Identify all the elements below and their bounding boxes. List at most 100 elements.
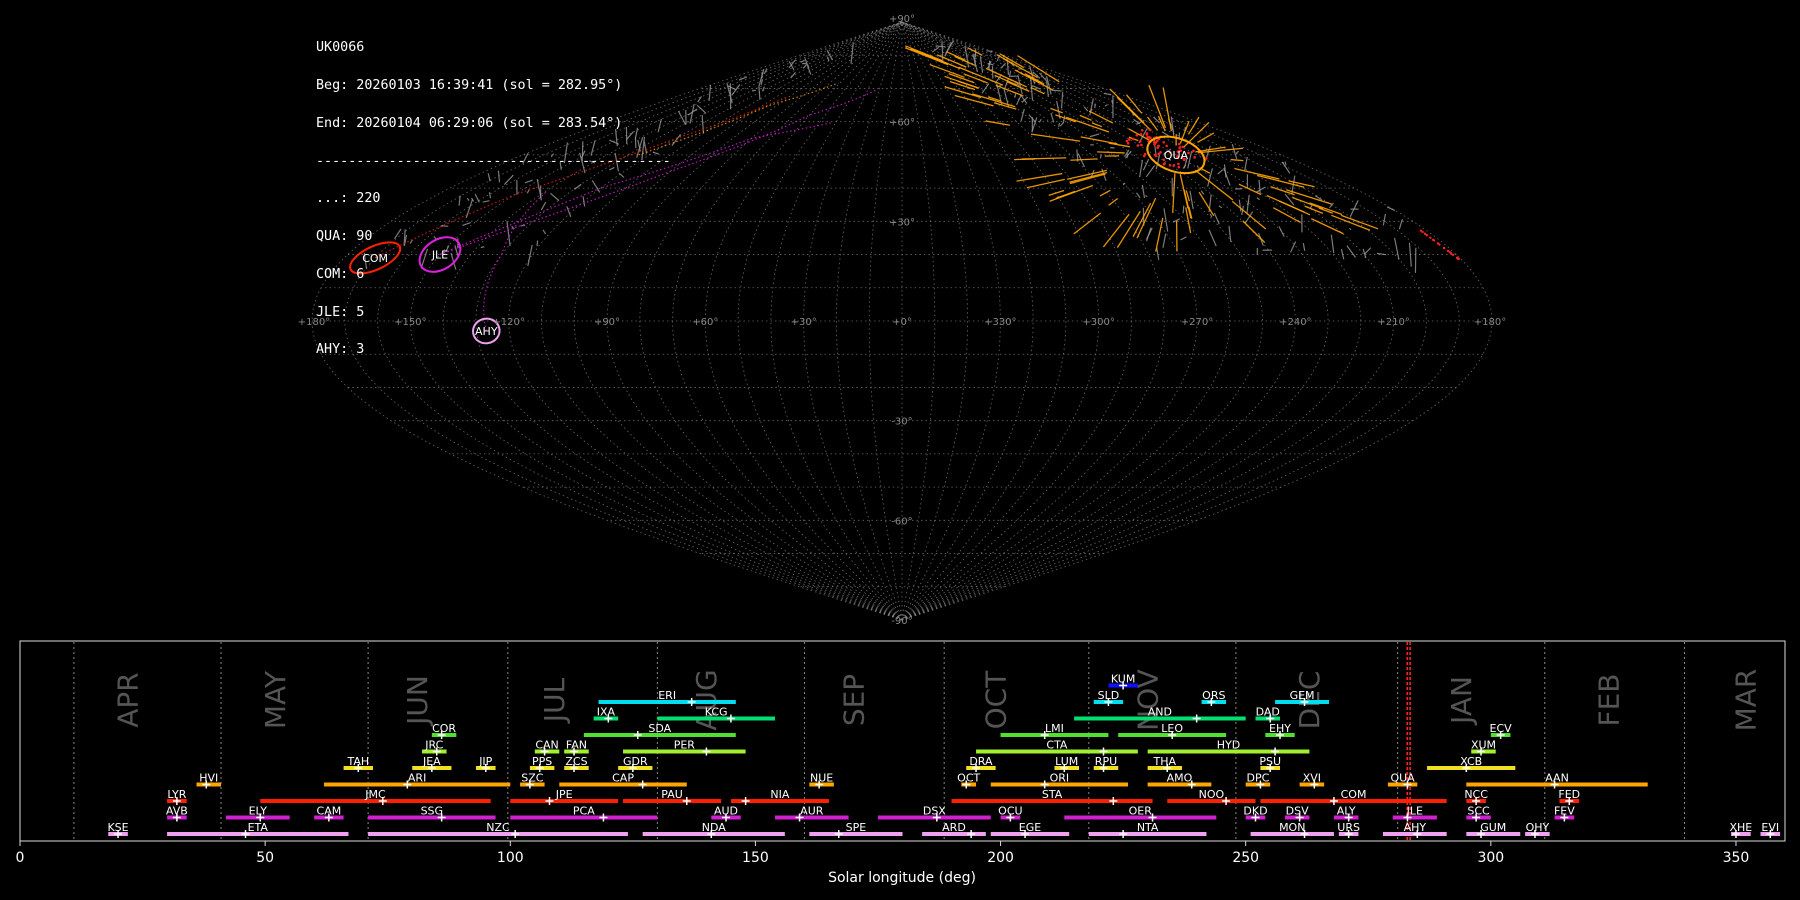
shower-code: DPC <box>1247 772 1270 785</box>
x-tick-label: 50 <box>256 850 274 866</box>
shower-code: DKD <box>1243 805 1267 818</box>
shower-code: SCC <box>1467 805 1490 818</box>
x-tick-label: 0 <box>16 850 25 866</box>
x-tick-label: 350 <box>1723 850 1750 866</box>
shower-code: SZC <box>521 772 544 785</box>
shower-ecv: ECV <box>1490 722 1512 739</box>
shower-jrc: JRC <box>422 739 447 756</box>
month-label: SEP <box>837 674 870 726</box>
shower-code: PCA <box>573 805 595 818</box>
shower-fev: FEV <box>1554 805 1575 822</box>
shower-dra: DRA <box>966 755 996 772</box>
month-label: NOV <box>1131 669 1164 731</box>
shower-code: CAM <box>317 805 342 818</box>
shower-szc: SZC <box>520 772 545 789</box>
shower-code: ERI <box>658 689 676 702</box>
shower-ohy: OHY <box>1525 821 1550 838</box>
shower-code: XUM <box>1471 739 1496 752</box>
shower-code: XVI <box>1303 772 1321 785</box>
shower-code: SDA <box>648 722 671 735</box>
shower-kum: KUM <box>1108 673 1138 690</box>
shower-code: JPE <box>555 788 573 801</box>
shower-xcb: XCB <box>1427 755 1516 772</box>
shower-xvi: XVI <box>1299 772 1325 789</box>
shower-code: CTA <box>1046 739 1068 752</box>
shower-code: PSU <box>1259 755 1281 768</box>
shower-code: SSG <box>421 805 444 818</box>
shower-cap: CAP <box>559 772 687 789</box>
shower-code: AAN <box>1545 772 1569 785</box>
shower-code: DRA <box>969 755 993 768</box>
shower-amo: AMO <box>1147 772 1212 789</box>
shower-code: TAH <box>346 755 369 768</box>
shower-code: AVB <box>166 805 188 818</box>
shower-lum: LUM <box>1054 755 1079 772</box>
shower-code: ZCS <box>565 755 587 768</box>
shower-pps: PPS <box>529 755 555 772</box>
shower-jle: JLE <box>1392 805 1437 822</box>
shower-code: JMC <box>364 788 386 801</box>
shower-per: PER <box>623 739 746 756</box>
shower-code: JEA <box>422 755 441 768</box>
shower-code: GDR <box>623 755 648 768</box>
month-label: MAY <box>259 670 292 729</box>
shower-scc: SCC <box>1466 805 1491 822</box>
shower-dad: DAD <box>1255 706 1281 723</box>
shower-ors: ORS <box>1201 689 1227 706</box>
shower-mon: MON <box>1250 821 1334 838</box>
shower-aur: AUR <box>775 805 849 822</box>
shower-code: XHE <box>1729 821 1752 834</box>
shower-code: LUM <box>1055 755 1078 768</box>
shower-ocu: OCU <box>998 805 1023 822</box>
shower-code: THA <box>1153 755 1177 768</box>
shower-code: ELY <box>249 805 268 818</box>
shower-kse: KSE <box>107 821 129 838</box>
month-label: MAR <box>1730 669 1763 732</box>
shower-dpc: DPC <box>1245 772 1271 789</box>
shower-code: OCT <box>957 772 980 785</box>
shower-aud: AUD <box>711 805 741 822</box>
shower-xum: XUM <box>1471 739 1496 756</box>
shower-gdr: GDR <box>618 755 653 772</box>
shower-jip: JIP <box>475 755 496 772</box>
shower-ixa: IXA <box>593 706 619 723</box>
x-tick-label: 300 <box>1477 850 1504 866</box>
month-label: JUL <box>538 677 571 724</box>
shower-and: AND <box>1074 706 1246 723</box>
shower-noo: NOO <box>1167 788 1256 805</box>
shower-code: XCB <box>1460 755 1482 768</box>
shower-ari: ARI <box>323 772 511 789</box>
shower-code: JIP <box>478 755 492 768</box>
shower-rpu: RPU <box>1093 755 1119 772</box>
shower-code: JRC <box>424 739 443 752</box>
shower-lmi: LMI <box>1000 722 1109 739</box>
shower-evi: EVI <box>1760 821 1781 838</box>
shower-com: COM <box>1260 788 1447 805</box>
shower-dkd: DKD <box>1243 805 1268 822</box>
shower-code: FED <box>1558 788 1580 801</box>
shower-qua: QUA <box>1387 772 1418 789</box>
shower-spe: SPE <box>809 821 903 838</box>
shower-code: HVI <box>199 772 218 785</box>
shower-code: JLE <box>1406 805 1423 818</box>
x-tick-label: 250 <box>1232 850 1259 866</box>
shower-code: EHY <box>1269 722 1291 735</box>
shower-code: KSE <box>107 821 128 834</box>
shower-code: ORI <box>1050 772 1070 785</box>
shower-code: AUD <box>714 805 738 818</box>
shower-lyr: LYR <box>167 788 187 805</box>
shower-hyd: HYD <box>1147 739 1310 756</box>
shower-code: OHY <box>1526 821 1550 834</box>
shower-dsv: DSV <box>1284 805 1310 822</box>
shower-code: NOO <box>1199 788 1225 801</box>
shower-cam: CAM <box>314 805 344 822</box>
shower-ely: ELY <box>225 805 290 822</box>
shower-code: FEV <box>1554 805 1575 818</box>
shower-jea: JEA <box>412 755 452 772</box>
shower-code: EVI <box>1761 821 1779 834</box>
month-label: OCT <box>979 670 1012 730</box>
shower-code: PPS <box>532 755 552 768</box>
shower-pau: PAU <box>623 788 722 805</box>
shower-code: ETA <box>248 821 269 834</box>
shower-code: EGE <box>1019 821 1041 834</box>
